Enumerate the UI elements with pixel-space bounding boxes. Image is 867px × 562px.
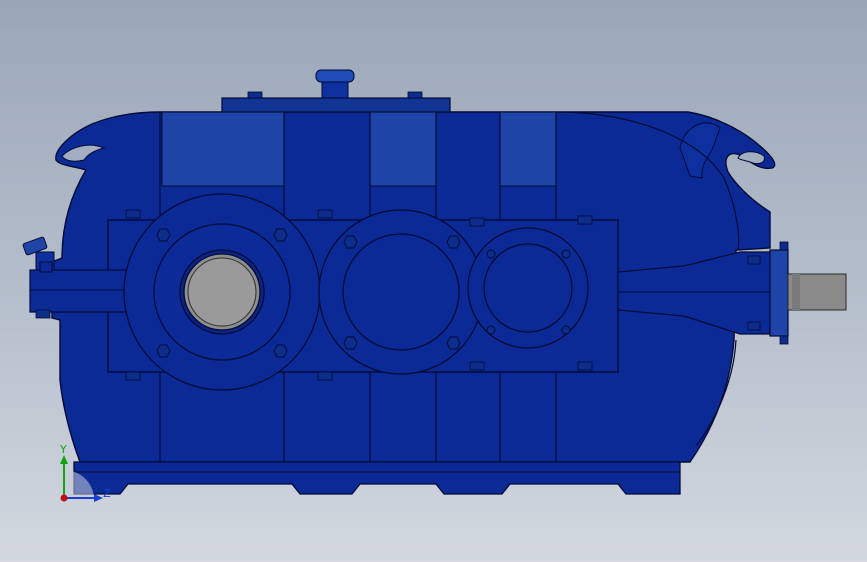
inspection-cover[interactable] (221, 97, 451, 113)
lug-hole-right (737, 151, 765, 165)
triad-origin-icon (60, 494, 68, 502)
housing-base[interactable] (73, 461, 681, 495)
breather-icon[interactable] (315, 69, 355, 99)
bearing-cover-intermediate[interactable] (318, 209, 484, 375)
oil-level-valve-icon[interactable] (22, 236, 55, 273)
triad-y-label: Y (60, 443, 67, 456)
gearbox-model[interactable] (0, 0, 867, 562)
left-boss-arm (29, 269, 131, 313)
graphics-viewport[interactable]: Y Z (0, 0, 867, 562)
output-flange[interactable] (769, 249, 789, 337)
bearing-cover-input[interactable] (123, 193, 321, 391)
triad-z-label: Z (103, 487, 111, 500)
